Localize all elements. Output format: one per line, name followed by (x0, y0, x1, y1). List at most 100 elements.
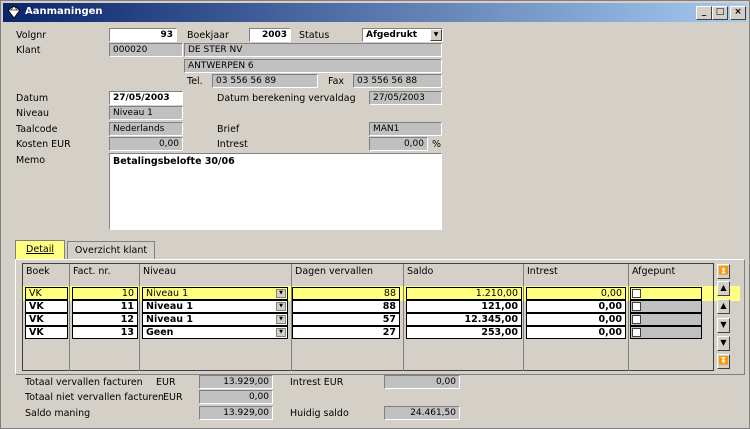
col-header-intrest[interactable]: Intrest (524, 264, 629, 280)
cell-niveau[interactable]: Niveau 1 ▼ (142, 313, 288, 326)
cell-dagen[interactable]: 57 (292, 313, 400, 326)
page-down-icon[interactable]: ▼ (717, 336, 730, 351)
status-value: Afgedrukt (366, 30, 418, 40)
tab-detail-label: Detail (26, 244, 54, 255)
chevron-down-icon[interactable]: ▼ (276, 328, 286, 337)
intrest-label: Intrest (217, 139, 248, 150)
totaal-intrest-field: 0,00 (384, 375, 460, 389)
cell-dagen[interactable]: 88 (292, 300, 400, 313)
taalcode-label: Taalcode (16, 124, 58, 135)
klant-address-field: ANTWERPEN 6 (184, 59, 442, 73)
col-header-dagen[interactable]: Dagen vervallen (292, 264, 404, 280)
app-icon (7, 5, 21, 19)
row-down-icon[interactable]: ▼ (717, 318, 730, 333)
memo-label: Memo (16, 155, 46, 166)
brief-label: Brief (217, 124, 240, 135)
tab-overzicht-label: Overzicht klant (74, 245, 148, 256)
niveau-field: Niveau 1 (109, 106, 183, 120)
cell-afgepunt[interactable] (630, 326, 702, 339)
tab-overzicht-klant[interactable]: Overzicht klant (67, 241, 155, 260)
saldo-maning-field: 13.929,00 (199, 406, 273, 420)
cell-niveau[interactable]: Niveau 1 ▼ (142, 300, 288, 313)
cell-saldo[interactable]: 1.210,00 (406, 287, 522, 300)
cell-niveau[interactable]: Geen ▼ (142, 326, 288, 339)
cell-saldo[interactable]: 253,00 (406, 326, 522, 339)
fax-field: 03 556 56 88 (353, 74, 442, 88)
page-up-icon[interactable]: ▲ (717, 281, 730, 296)
datum-label: Datum (16, 93, 49, 104)
chevron-down-icon[interactable]: ▼ (276, 289, 286, 298)
afgepunt-checkbox[interactable] (632, 315, 641, 324)
fax-label: Fax (328, 76, 345, 87)
cell-dagen[interactable]: 88 (292, 287, 400, 300)
cell-saldo[interactable]: 121,00 (406, 300, 522, 313)
totaal-vervallen-field: 13.929,00 (199, 375, 273, 389)
col-header-boek[interactable]: Boek (23, 264, 70, 280)
niveau-label: Niveau (16, 108, 50, 119)
volgnr-field[interactable]: 93 (109, 28, 177, 42)
last-record-icon[interactable]: ⏬ (717, 354, 730, 369)
huidig-saldo-field: 24.461,50 (384, 406, 460, 420)
totaal-vervallen-label: Totaal vervallen facturen (25, 377, 143, 388)
afgepunt-checkbox[interactable] (632, 328, 641, 337)
cell-boek[interactable]: VK (25, 287, 68, 300)
cell-afgepunt[interactable] (630, 287, 702, 300)
cell-niveau-text: Niveau 1 (146, 288, 189, 299)
klant-label: Klant (16, 45, 41, 56)
col-header-saldo[interactable]: Saldo (404, 264, 524, 280)
verval-label: Datum berekening vervaldag (217, 93, 356, 104)
close-button[interactable]: × (730, 6, 746, 20)
cell-boek[interactable]: VK (25, 313, 68, 326)
totaal-vervallen-unit: EUR (156, 377, 176, 388)
col-header-afgepunt[interactable]: Afgepunt (629, 264, 714, 280)
kosten-label: Kosten EUR (16, 139, 71, 150)
minimize-button[interactable]: _ (696, 6, 712, 20)
memo-textarea[interactable]: Betalingsbelofte 30/06 (109, 153, 442, 230)
chevron-down-icon[interactable]: ▼ (276, 302, 286, 311)
tel-label: Tel. (187, 76, 203, 87)
window-title: Aanmaningen (25, 6, 103, 17)
cell-factnr[interactable]: 13 (72, 326, 138, 339)
cell-boek[interactable]: VK (25, 326, 68, 339)
tab-detail[interactable]: Detail (15, 240, 65, 260)
first-record-icon[interactable]: ⏫ (717, 264, 730, 279)
verval-field: 27/05/2003 (369, 91, 442, 105)
maximize-button[interactable]: □ (712, 6, 728, 20)
row-up-icon[interactable]: ▲ (717, 299, 730, 314)
cell-niveau-text: Geen (146, 327, 174, 338)
cell-intrest[interactable]: 0,00 (526, 300, 626, 313)
afgepunt-checkbox[interactable] (632, 289, 641, 298)
cell-factnr[interactable]: 10 (72, 287, 138, 300)
cell-factnr[interactable]: 11 (72, 300, 138, 313)
cell-factnr[interactable]: 12 (72, 313, 138, 326)
col-header-factnr[interactable]: Fact. nr. (70, 264, 140, 280)
intrest-field: 0,00 (369, 137, 428, 151)
cell-intrest[interactable]: 0,00 (526, 313, 626, 326)
tel-field: 03 556 56 89 (212, 74, 318, 88)
kosten-field: 0,00 (109, 137, 183, 151)
niet-vervallen-field: 0,00 (199, 390, 273, 404)
afgepunt-checkbox[interactable] (632, 302, 641, 311)
status-select[interactable]: Afgedrukt ▼ (362, 28, 443, 42)
cell-afgepunt[interactable] (630, 313, 702, 326)
title-bar[interactable]: Aanmaningen _ □ × (3, 3, 747, 22)
cell-dagen[interactable]: 27 (292, 326, 400, 339)
intrest-unit: % (432, 139, 442, 150)
cell-afgepunt[interactable] (630, 300, 702, 313)
cell-saldo[interactable]: 12.345,00 (406, 313, 522, 326)
klant-code-field[interactable]: 000020 (109, 43, 183, 57)
huidig-saldo-label: Huidig saldo (290, 408, 349, 419)
cell-intrest[interactable]: 0,00 (526, 287, 626, 300)
boekjaar-field[interactable]: 2003 (249, 28, 291, 42)
col-header-niveau[interactable]: Niveau (140, 264, 292, 280)
totaal-intrest-label: Intrest EUR (290, 377, 344, 388)
chevron-down-icon[interactable]: ▼ (430, 29, 442, 41)
datum-field[interactable]: 27/05/2003 (109, 91, 183, 105)
brief-field: MAN1 (369, 122, 442, 136)
status-label: Status (299, 30, 330, 41)
cell-boek[interactable]: VK (25, 300, 68, 313)
cell-niveau[interactable]: Niveau 1 ▼ (142, 287, 288, 300)
chevron-down-icon[interactable]: ▼ (276, 315, 286, 324)
volgnr-label: Volgnr (16, 30, 47, 41)
cell-intrest[interactable]: 0,00 (526, 326, 626, 339)
